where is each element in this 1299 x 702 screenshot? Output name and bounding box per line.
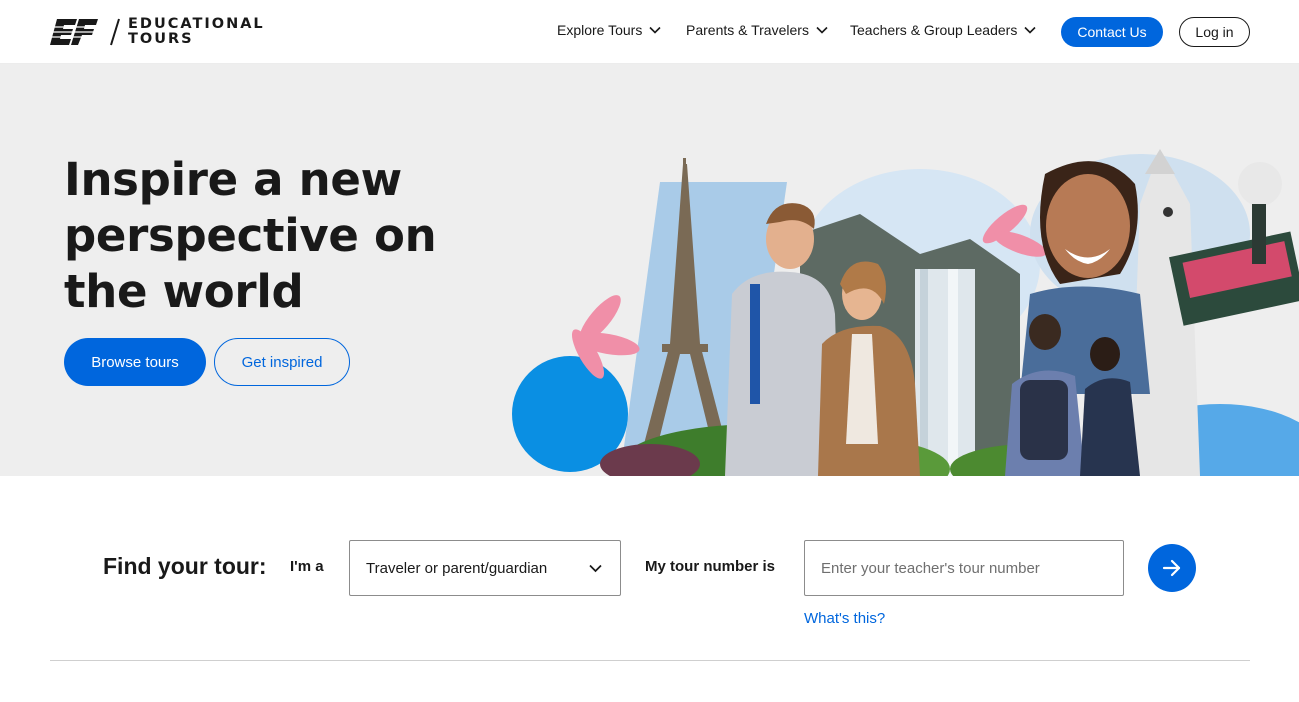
ef-logo[interactable]: EDUCATIONAL TOURS <box>50 16 265 48</box>
log-in-button[interactable]: Log in <box>1179 17 1250 47</box>
tour-number-input[interactable] <box>804 540 1124 596</box>
contact-us-button[interactable]: Contact Us <box>1061 17 1163 47</box>
browse-tours-button[interactable]: Browse tours <box>64 338 206 386</box>
nav-parents-travelers-label: Parents & Travelers <box>686 22 809 38</box>
chevron-down-icon <box>1024 26 1036 34</box>
logo-line-2: TOURS <box>128 31 194 47</box>
tour-number-label: My tour number is <box>645 558 776 575</box>
logo-wordmark: EDUCATIONAL TOURS <box>128 17 265 47</box>
find-tour-submit-button[interactable] <box>1148 544 1196 592</box>
hero-section: Inspire a new perspective on the world B… <box>0 64 1299 476</box>
arrow-right-icon <box>1162 559 1181 577</box>
nav-parents-travelers[interactable]: Parents & Travelers <box>686 22 828 38</box>
nav-explore-tours[interactable]: Explore Tours <box>557 22 661 38</box>
chevron-down-icon <box>816 26 828 34</box>
role-selected-value: Traveler or parent/guardian <box>366 559 548 577</box>
nav-teachers-group-leaders[interactable]: Teachers & Group Leaders <box>850 22 1036 38</box>
logo-divider <box>110 18 120 46</box>
get-inspired-button[interactable]: Get inspired <box>214 338 350 386</box>
nav-explore-tours-label: Explore Tours <box>557 22 643 38</box>
chevron-down-icon <box>649 26 661 34</box>
nav-teachers-label: Teachers & Group Leaders <box>850 22 1018 38</box>
role-select[interactable]: Traveler or parent/guardian <box>349 540 621 596</box>
role-label: I'm a <box>290 558 324 575</box>
whats-this-link[interactable]: What's this? <box>804 610 885 627</box>
site-header: EDUCATIONAL TOURS Explore Tours Parents … <box>0 0 1299 64</box>
ef-logo-mark <box>50 19 98 45</box>
find-tour-heading: Find your tour: <box>103 553 267 579</box>
hero-collage-image <box>512 149 1299 476</box>
chevron-down-icon <box>589 564 602 573</box>
section-divider <box>50 660 1250 661</box>
logo-line-1: EDUCATIONAL <box>128 16 265 32</box>
hero-title: Inspire a new perspective on the world <box>64 153 437 318</box>
